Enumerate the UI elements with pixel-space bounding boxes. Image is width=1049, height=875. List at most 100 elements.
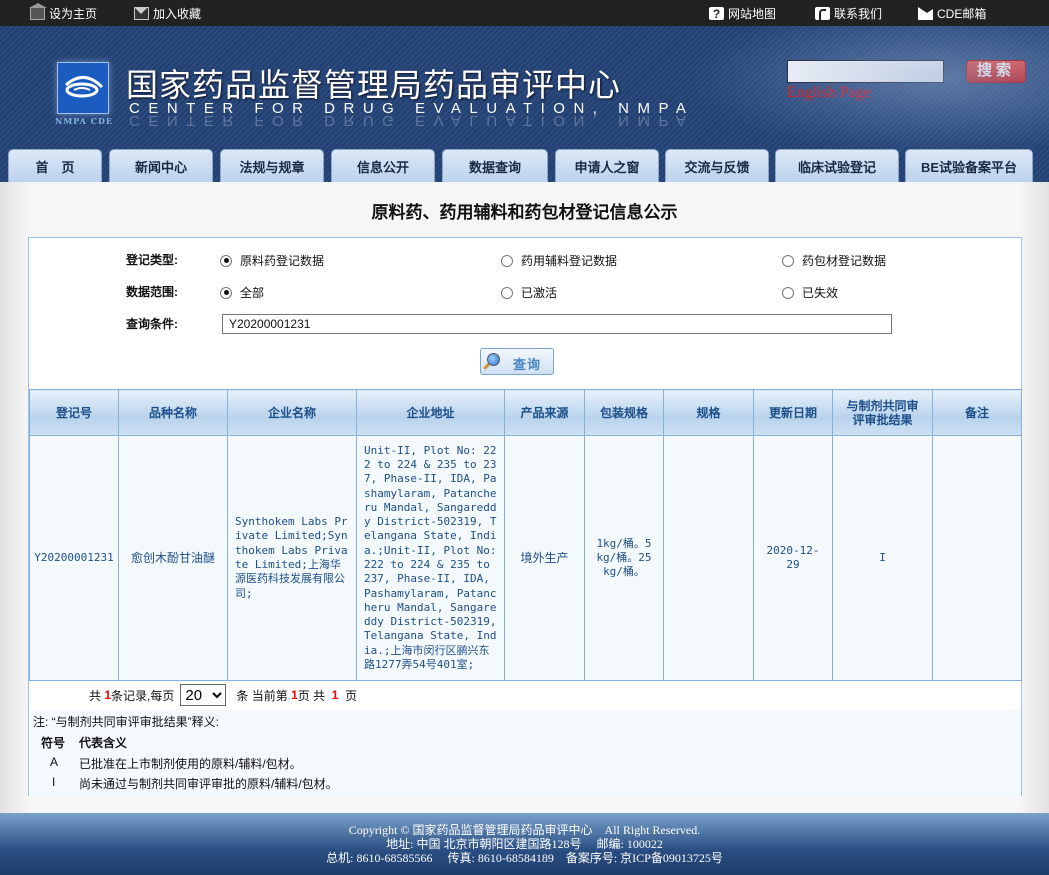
current-page: 1 xyxy=(291,688,298,702)
cell-review-result: I xyxy=(832,435,933,681)
page-size-select[interactable]: 20 xyxy=(180,684,227,706)
cell-updated: 2020-12-29 xyxy=(753,435,833,681)
footer-copyright: Copyright © 国家药品监督管理局药品审评中心 All Right Re… xyxy=(348,823,701,837)
radio-label: 全部 xyxy=(240,286,265,300)
radio-excipient-data[interactable]: 药用辅料登记数据 xyxy=(501,252,617,269)
table-row: Y20200001231 愈创木酚甘油醚 Synthokem Labs Priv… xyxy=(29,435,1022,681)
radio-label: 药包材登记数据 xyxy=(802,254,887,268)
radio-packaging-data[interactable]: 药包材登记数据 xyxy=(782,252,886,269)
radio-scope-expired[interactable]: 已失效 xyxy=(782,284,838,301)
set-homepage-link[interactable]: 设为主页 xyxy=(29,3,98,22)
magnifier-icon xyxy=(487,353,500,366)
site-search-button[interactable]: 搜索 xyxy=(966,60,1026,83)
cell-packaging: 1kg/桶。5kg/桶。25kg/桶。 xyxy=(584,435,664,681)
radio-selected-icon xyxy=(220,254,232,267)
cell-address: Unit-II, Plot No: 222 to 224 & 235 to 23… xyxy=(356,435,505,681)
radio-label: 已失效 xyxy=(802,286,839,300)
col-header-spec: 规格 xyxy=(663,389,754,436)
cell-name: 愈创木酚甘油醚 xyxy=(118,435,228,681)
query-button-label: 查询 xyxy=(513,357,542,372)
col-header-address: 企业地址 xyxy=(356,389,505,436)
radio-unselected-icon xyxy=(501,286,513,299)
logo-emblem-icon xyxy=(65,76,104,98)
query-condition-label: 查询条件: xyxy=(126,317,178,331)
mail-icon xyxy=(918,7,936,20)
query-button[interactable]: 查询 xyxy=(480,348,554,375)
page-title: 原料药、药用辅料和药包材登记信息公示 xyxy=(371,203,678,223)
pagination: 共 1 条记录,每页 20 条 当前第 1 页 共 1 页 xyxy=(89,684,357,706)
notes-meaning-header: 代表含义 xyxy=(79,736,128,750)
col-header-packaging: 包装规格 xyxy=(584,389,664,436)
pager-text: 共 xyxy=(89,688,102,703)
cell-reg-no: Y20200001231 xyxy=(29,435,119,681)
data-scope-label: 数据范围: xyxy=(126,285,178,299)
question-icon: ? xyxy=(709,7,724,21)
home-icon xyxy=(29,3,47,20)
logo-caption: NMPA CDE xyxy=(55,116,113,126)
col-header-reg-no: 登记号 xyxy=(29,389,119,436)
radio-scope-all[interactable]: 全部 xyxy=(220,284,264,301)
legend-notes: 注: “与制剂共同审评审批结果”释义: 符号 代表含义 A 已批准在上市制剂使用… xyxy=(29,710,1021,796)
tab-news[interactable]: 新闻中心 xyxy=(109,149,213,182)
registration-type-label: 登记类型: xyxy=(126,253,178,267)
tab-info-disclosure[interactable]: 信息公开 xyxy=(331,149,435,182)
col-header-company: 企业名称 xyxy=(227,389,357,436)
sitemap-label: 网站地图 xyxy=(728,7,777,21)
contact-label: 联系我们 xyxy=(834,7,883,21)
radio-label: 原料药登记数据 xyxy=(240,254,325,268)
radio-unselected-icon xyxy=(501,254,513,267)
table-header-row: 登记号 品种名称 企业名称 企业地址 产品来源 包装规格 规格 更新日期 与制剂… xyxy=(29,389,1022,436)
radio-label: 药用辅料登记数据 xyxy=(521,254,618,268)
col-header-name: 品种名称 xyxy=(118,389,228,436)
pager-text: 页 xyxy=(345,688,358,703)
footer: Copyright © 国家药品监督管理局药品审评中心 All Right Re… xyxy=(0,813,1049,875)
cell-company: Synthokem Labs Private Limited;Synthokem… xyxy=(227,435,357,681)
tab-home[interactable]: 首 页 xyxy=(8,149,102,182)
tab-regulations[interactable]: 法规与规章 xyxy=(220,149,324,182)
radio-api-data[interactable]: 原料药登记数据 xyxy=(220,252,324,269)
tab-data-query[interactable]: 数据查询 xyxy=(442,149,548,182)
site-search-input[interactable] xyxy=(787,60,944,83)
english-page-link[interactable]: English Page xyxy=(787,84,871,102)
tab-clinical-trial[interactable]: 临床试验登记 xyxy=(775,149,899,182)
notes-symbol-i: I xyxy=(52,775,56,789)
add-favorite-label: 加入收藏 xyxy=(153,7,202,21)
radio-label: 已激活 xyxy=(521,286,558,300)
nmpa-logo[interactable] xyxy=(57,62,109,114)
total-records: 1 xyxy=(104,688,112,702)
results-table: 登记号 品种名称 企业名称 企业地址 产品来源 包装规格 规格 更新日期 与制剂… xyxy=(29,389,1022,681)
cde-mail-link[interactable]: CDE邮箱 xyxy=(918,5,986,22)
contact-link[interactable]: 联系我们 xyxy=(815,5,883,23)
footer-contact: 总机: 8610-68585566 传真: 8610-68584189 备案序号… xyxy=(326,851,723,865)
footer-address: 地址: 中国 北京市朝阳区建国路128号 邮编: 100022 xyxy=(386,837,663,851)
notes-symbol-a: A xyxy=(50,755,59,769)
pager-text: 条 当前第 xyxy=(236,688,288,703)
sitemap-link[interactable]: ? 网站地图 xyxy=(709,5,776,22)
site-subtitle-reflection: CENTER FOR DRUG EVALUATION, NMPA xyxy=(129,112,695,129)
radio-scope-active[interactable]: 已激活 xyxy=(501,284,557,301)
pager-text: 页 共 xyxy=(297,688,326,703)
tab-feedback[interactable]: 交流与反馈 xyxy=(665,149,769,182)
envelope-icon xyxy=(134,7,149,20)
cell-spec xyxy=(663,435,754,681)
tab-be-platform[interactable]: BE试验备案平台 xyxy=(905,149,1033,182)
col-header-source: 产品来源 xyxy=(504,389,585,436)
col-header-remark: 备注 xyxy=(932,389,1022,436)
notes-meaning-i: 尚未通过与制剂共同审评审批的原料/辅料/包材。 xyxy=(79,777,338,791)
phone-icon xyxy=(815,7,830,23)
col-header-review-result: 与制剂共同审评审批结果 xyxy=(832,389,933,436)
search-panel: 登记类型: 原料药登记数据 药用辅料登记数据 药包材登记数据 数据范围: 全部 … xyxy=(28,237,1022,796)
cde-mail-label: CDE邮箱 xyxy=(937,7,987,21)
set-homepage-label: 设为主页 xyxy=(49,7,98,21)
add-favorite-link[interactable]: 加入收藏 xyxy=(134,5,201,22)
notes-title: 注: “与制剂共同审评审批结果”释义: xyxy=(33,715,219,729)
radio-unselected-icon xyxy=(782,286,794,299)
radio-selected-icon xyxy=(220,286,232,299)
cell-source: 境外生产 xyxy=(504,435,585,681)
col-header-updated: 更新日期 xyxy=(753,389,833,436)
radio-unselected-icon xyxy=(782,254,794,267)
total-pages: 1 xyxy=(331,688,339,702)
top-bar: 设为主页 加入收藏 ? 网站地图 联系我们 CDE邮箱 xyxy=(0,0,1049,26)
tab-applicant[interactable]: 申请人之窗 xyxy=(555,149,659,182)
query-condition-input[interactable] xyxy=(222,314,892,334)
